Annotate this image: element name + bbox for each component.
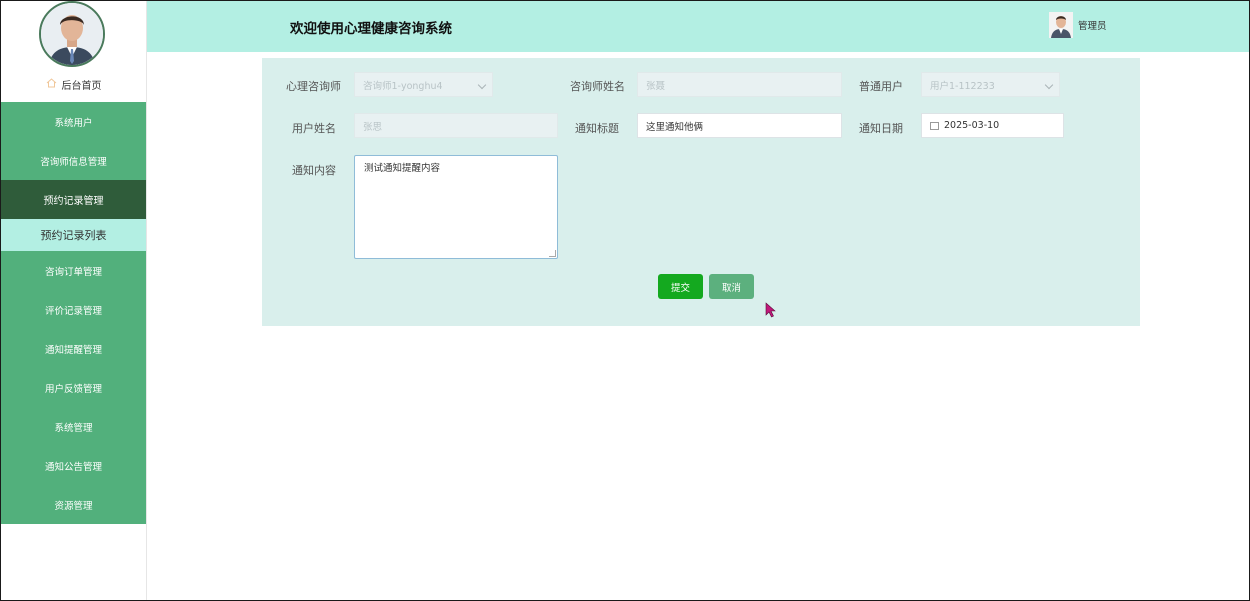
calendar-icon xyxy=(930,121,939,130)
home-label: 后台首页 xyxy=(61,80,102,92)
notice-date-label: 通知日期 xyxy=(859,122,903,135)
home-icon xyxy=(46,77,57,91)
notice-content-value: 测试通知提醒内容 xyxy=(364,163,441,174)
sidebar-item-resources[interactable]: 资源管理 xyxy=(1,485,146,524)
app-window: 后台首页 系统用户 咨询师信息管理 预约记录管理 预约记录列表 咨询订单管理 评… xyxy=(0,0,1250,601)
notice-title-input[interactable]: 这里通知他俩 xyxy=(637,113,842,138)
sidebar-item-system-management[interactable]: 系统管理 xyxy=(1,407,146,446)
mouse-cursor-icon xyxy=(765,302,777,318)
counselor-label: 心理咨询师 xyxy=(286,80,341,93)
counselor-name-value: 张聂 xyxy=(646,80,666,92)
notice-date-picker[interactable]: 2025-03-10 xyxy=(921,113,1064,138)
user-avatar xyxy=(1049,12,1073,38)
home-link[interactable]: 后台首页 xyxy=(1,76,146,92)
cancel-button[interactable]: 取消 xyxy=(709,274,754,299)
admin-avatar xyxy=(39,1,105,67)
user-name-field[interactable]: 张思 xyxy=(354,113,558,138)
user-name: 管理员 xyxy=(1078,21,1107,32)
counselor-name-field[interactable]: 张聂 xyxy=(637,72,842,97)
page-title: 欢迎使用心理健康咨询系统 xyxy=(290,21,452,37)
user-select[interactable]: 用户1-112233 xyxy=(921,72,1060,97)
submit-button[interactable]: 提交 xyxy=(658,274,703,299)
sidebar-item-notifications[interactable]: 通知提醒管理 xyxy=(1,329,146,368)
top-header: 欢迎使用心理健康咨询系统 管理员 xyxy=(147,1,1249,52)
notice-title-value: 这里通知他俩 xyxy=(646,121,704,133)
user-label: 普通用户 xyxy=(859,80,903,93)
sidebar-item-appointment-records[interactable]: 预约记录管理 xyxy=(1,180,146,219)
chevron-down-icon xyxy=(1044,80,1054,90)
user-name-value: 张思 xyxy=(363,121,383,133)
notice-date-value: 2025-03-10 xyxy=(944,120,1000,131)
sidebar-item-system-users[interactable]: 系统用户 xyxy=(1,102,146,141)
notification-form: 心理咨询师 咨询师1-yonghu4 咨询师姓名 张聂 普通用户 用户1-112… xyxy=(262,58,1140,326)
counselor-select-value: 咨询师1-yonghu4 xyxy=(363,80,443,92)
chevron-down-icon xyxy=(477,80,487,90)
counselor-select[interactable]: 咨询师1-yonghu4 xyxy=(354,72,493,97)
sidebar-item-reviews[interactable]: 评价记录管理 xyxy=(1,290,146,329)
sidebar-subitem-appointment-list[interactable]: 预约记录列表 xyxy=(1,219,146,251)
sidebar-item-feedback[interactable]: 用户反馈管理 xyxy=(1,368,146,407)
sidebar-item-announcements[interactable]: 通知公告管理 xyxy=(1,446,146,485)
sidebar-menu: 系统用户 咨询师信息管理 预约记录管理 预约记录列表 咨询订单管理 评价记录管理… xyxy=(1,102,146,524)
notice-content-label: 通知内容 xyxy=(292,164,336,177)
user-select-value: 用户1-112233 xyxy=(930,80,995,92)
resize-handle-icon[interactable] xyxy=(549,250,556,257)
user-menu[interactable]: 管理员 xyxy=(1049,12,1107,38)
notice-title-label: 通知标题 xyxy=(575,122,619,135)
notice-content-textarea[interactable]: 测试通知提醒内容 xyxy=(354,155,558,259)
sidebar-item-counselor-info[interactable]: 咨询师信息管理 xyxy=(1,141,146,180)
user-name-label: 用户姓名 xyxy=(292,122,336,135)
sidebar: 后台首页 系统用户 咨询师信息管理 预约记录管理 预约记录列表 咨询订单管理 评… xyxy=(1,1,147,600)
counselor-name-label: 咨询师姓名 xyxy=(570,80,625,93)
sidebar-item-consult-orders[interactable]: 咨询订单管理 xyxy=(1,251,146,290)
